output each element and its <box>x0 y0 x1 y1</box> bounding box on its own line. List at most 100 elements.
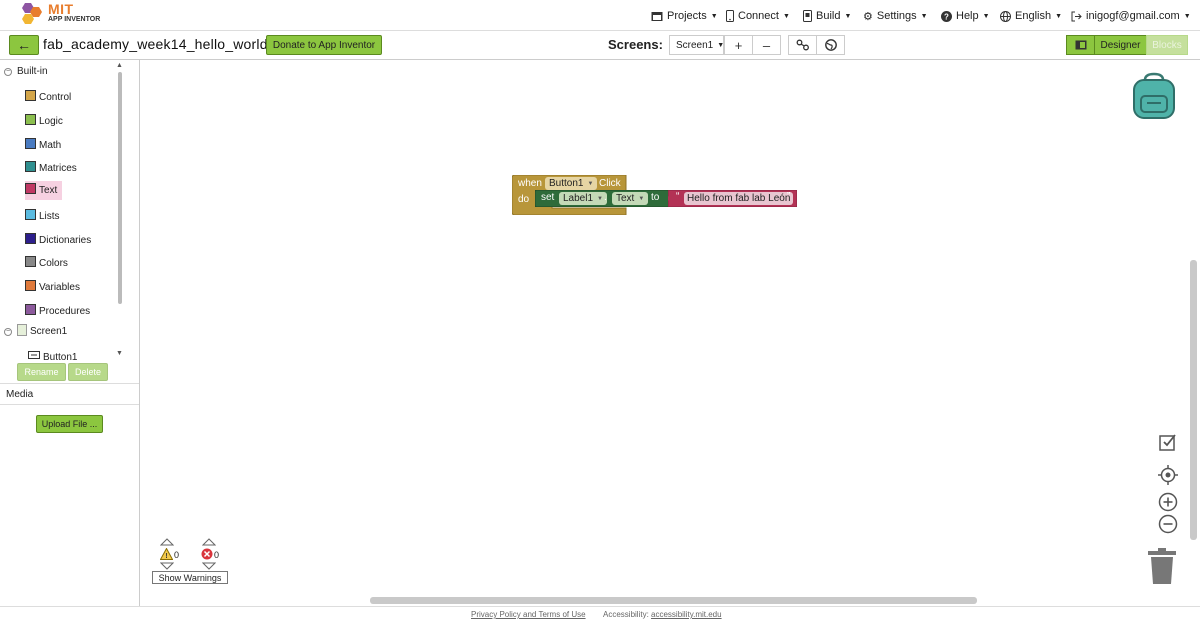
designer-tab[interactable]: Designer <box>1094 35 1147 55</box>
upload-file-button[interactable]: Upload File ... <box>36 415 103 433</box>
menu-settings[interactable]: ⚙ Settings ▼ <box>858 6 933 26</box>
screen-select[interactable]: Screen1 ▼ <box>669 35 724 55</box>
menu-projects[interactable]: Projects ▼ <box>646 6 723 26</box>
backpack-icon[interactable] <box>1131 72 1177 120</box>
category-dictionaries[interactable]: Dictionaries <box>25 231 95 249</box>
component-tree-toggle-button[interactable] <box>788 35 817 55</box>
menu-build-label: Build <box>816 10 841 22</box>
logo-title: MIT <box>48 1 74 17</box>
svg-text:?: ? <box>944 12 949 21</box>
rename-button[interactable]: Rename <box>17 363 66 381</box>
preview-web-button[interactable] <box>816 35 845 55</box>
menu-language-label: English <box>1015 10 1052 22</box>
next-warning-arrow-icon[interactable] <box>160 562 174 570</box>
category-label: Lists <box>39 210 60 222</box>
category-colors[interactable]: Colors <box>25 254 95 272</box>
trash-icon[interactable] <box>1148 548 1176 584</box>
blocks-tree-scrollbar[interactable]: ▲ ▼ <box>116 62 124 363</box>
designer-view-icon-button[interactable] <box>1066 35 1095 55</box>
event-name: Click <box>599 178 621 189</box>
button-component-icon <box>28 351 40 359</box>
screen1-tree-node[interactable]: − Screen1 <box>4 323 68 337</box>
donate-button[interactable]: Donate to App Inventor <box>266 35 382 55</box>
open-quote-icon: “ <box>676 191 680 202</box>
close-quote-icon: ” <box>787 191 791 202</box>
remove-screen-button[interactable]: – <box>752 35 781 55</box>
target-component-dropdown[interactable]: Label1 ▼ <box>559 192 607 205</box>
property-value: Text <box>616 193 635 204</box>
next-error-arrow-icon[interactable] <box>202 562 216 570</box>
recenter-icon[interactable] <box>1158 465 1178 485</box>
procedures-swatch-icon <box>25 303 36 315</box>
category-procedures[interactable]: Procedures <box>25 302 95 320</box>
category-math[interactable]: Math <box>25 136 95 154</box>
menu-build[interactable]: Build ▼ <box>798 6 856 26</box>
cleanup-icon[interactable] <box>1158 432 1178 452</box>
dictionaries-swatch-icon <box>25 232 36 244</box>
chevron-down-icon: ▼ <box>597 195 603 202</box>
menu-account[interactable]: inigogf@gmail.com ▼ <box>1066 6 1196 26</box>
blocks-tab[interactable]: Blocks <box>1146 35 1188 55</box>
matrices-swatch-icon <box>25 160 36 172</box>
screen-icon <box>17 323 27 336</box>
project-toolbar: ← fab_academy_week14_hello_world Donate … <box>0 31 1200 60</box>
accessibility-link[interactable]: accessibility.mit.edu <box>651 610 722 619</box>
category-text[interactable]: Text <box>25 181 62 200</box>
app-inventor-logo[interactable]: MIT APP INVENTOR <box>18 1 108 29</box>
menu-help-label: Help <box>956 10 979 22</box>
delete-button[interactable]: Delete <box>68 363 108 381</box>
menu-help[interactable]: ? Help ▼ <box>936 6 995 26</box>
to-keyword: to <box>651 192 660 203</box>
target-component-value: Label1 <box>563 193 594 204</box>
scroll-down-icon[interactable]: ▼ <box>116 350 123 357</box>
chevron-down-icon: ▼ <box>587 180 594 187</box>
category-control[interactable]: Control <box>25 88 95 106</box>
chevron-down-icon: ▼ <box>638 195 645 202</box>
dot-separator: . <box>604 192 607 203</box>
text-string-block[interactable]: “ Hello from fab lab León ” <box>668 190 797 207</box>
menu-language[interactable]: English ▼ <box>995 6 1067 26</box>
screen1-label: Screen1 <box>30 326 68 337</box>
do-keyword: do <box>518 194 530 205</box>
scrollbar-thumb[interactable] <box>118 72 122 304</box>
workspace-vertical-scrollbar[interactable] <box>1190 260 1197 540</box>
add-screen-button[interactable]: + <box>724 35 753 55</box>
zoom-out-icon[interactable] <box>1158 514 1178 534</box>
zoom-in-icon[interactable] <box>1158 492 1178 512</box>
blocks-workspace[interactable]: when Button1 ▼ Click do set Label1 ▼ . Tex… <box>140 60 1200 606</box>
category-lists[interactable]: Lists <box>25 207 95 225</box>
prev-warning-arrow-icon[interactable] <box>160 538 174 546</box>
text-value-field[interactable]: Hello from fab lab León <box>684 192 794 205</box>
category-variables[interactable]: Variables <box>25 278 95 296</box>
category-matrices[interactable]: Matrices <box>25 159 95 177</box>
component-button1[interactable]: Button1 <box>28 348 98 360</box>
category-logic[interactable]: Logic <box>25 112 95 130</box>
set-label-text-block[interactable]: set Label1 ▼ . Text ▼ to <box>535 190 673 207</box>
logout-icon <box>1071 11 1082 21</box>
collapse-icon[interactable]: − <box>4 67 12 76</box>
chevron-down-icon: ▼ <box>710 12 718 20</box>
chevron-down-icon: ▼ <box>844 12 852 20</box>
builtin-tree-node[interactable]: − Built-in <box>4 66 48 77</box>
prev-error-arrow-icon[interactable] <box>202 538 216 546</box>
menu-settings-label: Settings <box>876 10 917 22</box>
category-label: Control <box>39 91 72 103</box>
app-inventor-window: MIT APP INVENTOR Projects ▼ Connect ▼ Buil… <box>0 0 1200 623</box>
property-dropdown[interactable]: Text ▼ <box>612 192 649 205</box>
workspace-horizontal-scrollbar[interactable] <box>370 597 977 604</box>
screen-select-value: Screen1 <box>676 39 714 51</box>
collapse-icon[interactable]: − <box>4 327 12 336</box>
menu-connect[interactable]: Connect ▼ <box>721 6 795 26</box>
scroll-up-icon[interactable]: ▲ <box>116 62 123 69</box>
category-label: Logic <box>39 115 63 127</box>
show-warnings-button[interactable]: Show Warnings <box>152 571 228 584</box>
layout-icon <box>1075 40 1086 50</box>
svg-text:!: ! <box>165 553 167 560</box>
logic-swatch-icon <box>25 113 36 125</box>
text-swatch-icon <box>25 183 36 194</box>
category-label: Matrices <box>39 162 77 174</box>
gear-icon: ⚙ <box>863 10 873 23</box>
back-button[interactable]: ← <box>9 35 39 55</box>
component-dropdown[interactable]: Button1 ▼ <box>545 177 598 190</box>
privacy-link[interactable]: Privacy Policy and Terms of Use <box>471 610 586 619</box>
